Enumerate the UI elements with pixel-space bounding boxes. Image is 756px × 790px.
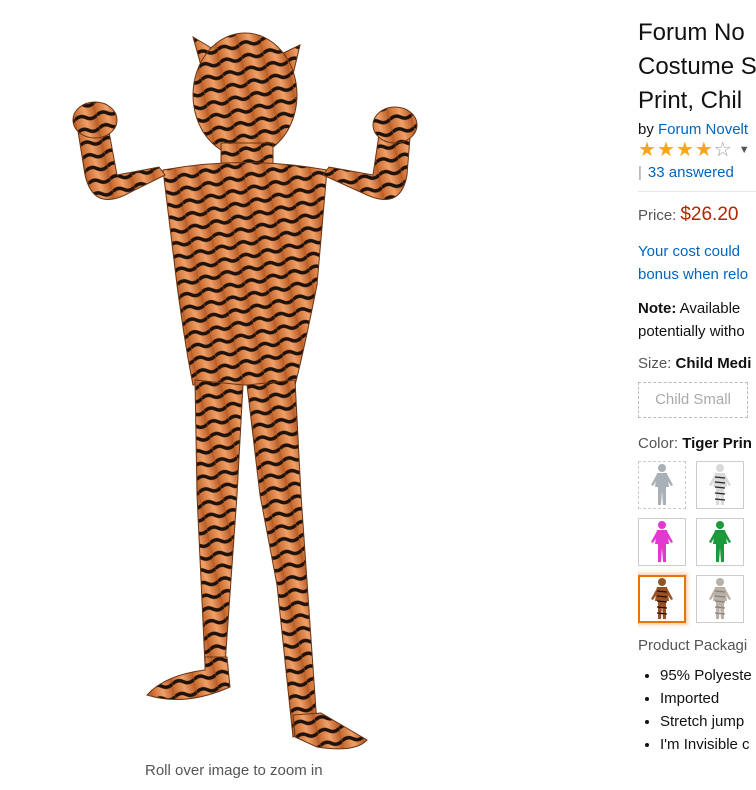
product-title-line: Print, Chil	[638, 87, 743, 114]
color-swatch[interactable]	[638, 461, 686, 509]
zoom-hint: Roll over image to zoom in	[145, 762, 323, 779]
price-value: $26.20	[680, 204, 739, 225]
by-prefix: by	[638, 121, 654, 138]
product-packaging: Product Packagi	[638, 637, 748, 654]
green-suit-icon	[709, 521, 731, 562]
byline: by Forum Novelt	[638, 121, 756, 138]
product-title-line: Forum No	[638, 19, 745, 46]
cost-promo-line: bonus when relo	[638, 266, 749, 283]
star-full-icon: ★	[694, 139, 714, 161]
price-row: Price: $26.20	[638, 204, 756, 226]
product-main-image[interactable]	[55, 25, 425, 755]
note-label: Note:	[638, 300, 677, 317]
star-empty-icon: ☆	[713, 139, 733, 161]
color-swatch[interactable]	[638, 575, 686, 623]
size-value: Child Medi	[675, 355, 752, 372]
note-line: potentially witho	[638, 323, 745, 340]
star-full-icon: ★	[656, 139, 676, 161]
product-title-line: Costume S	[638, 53, 756, 80]
gray-suit-icon	[709, 578, 731, 619]
silver-suit-icon	[651, 464, 673, 505]
availability-note: Note: Available potentially witho	[638, 297, 756, 343]
cost-promo-line: Your cost could	[638, 243, 741, 260]
chevron-down-icon[interactable]: ▼	[739, 144, 750, 156]
size-label: Size:	[638, 355, 672, 372]
color-swatch[interactable]	[696, 461, 744, 509]
color-swatch[interactable]	[696, 518, 744, 566]
list-item: Stretch jump	[660, 710, 756, 733]
color-label: Color:	[638, 435, 679, 452]
color-swatch[interactable]	[696, 575, 744, 623]
separator: |	[638, 164, 642, 181]
product-title: Forum No Costume S Print, Chil	[638, 16, 756, 118]
size-selection: Size: Child Medi	[638, 355, 756, 372]
list-item: I'm Invisible c	[660, 733, 756, 756]
cost-promo-link[interactable]: Your cost could bonus when relo	[638, 240, 756, 286]
color-selection: Color: Tiger Prin	[638, 435, 756, 452]
black-white-suit-icon	[709, 464, 731, 505]
list-item: 95% Polyeste	[660, 664, 756, 687]
brand-link[interactable]: Forum Novelt	[658, 121, 748, 138]
feature-bullets: 95% Polyeste Imported Stretch jump I'm I…	[638, 664, 756, 756]
pink-suit-icon	[651, 521, 673, 562]
size-option-button[interactable]: Child Small	[638, 382, 748, 418]
color-value: Tiger Prin	[682, 435, 752, 452]
tiger-suit-icon	[651, 578, 673, 619]
star-full-icon: ★	[638, 139, 657, 161]
answered-questions-link[interactable]: 33 answered	[648, 164, 734, 181]
color-swatch[interactable]	[638, 518, 686, 566]
list-item: Imported	[660, 687, 756, 710]
price-label: Price:	[638, 207, 677, 224]
answered-questions: | 33 answered	[638, 164, 756, 181]
star-rating[interactable]: ★★★★☆ ▼	[638, 140, 756, 162]
divider	[638, 191, 756, 192]
product-details: Forum No Costume S Print, Chil by Forum …	[638, 16, 756, 790]
note-line: Available	[679, 300, 741, 317]
star-full-icon: ★	[675, 139, 695, 161]
color-swatches	[638, 461, 756, 623]
